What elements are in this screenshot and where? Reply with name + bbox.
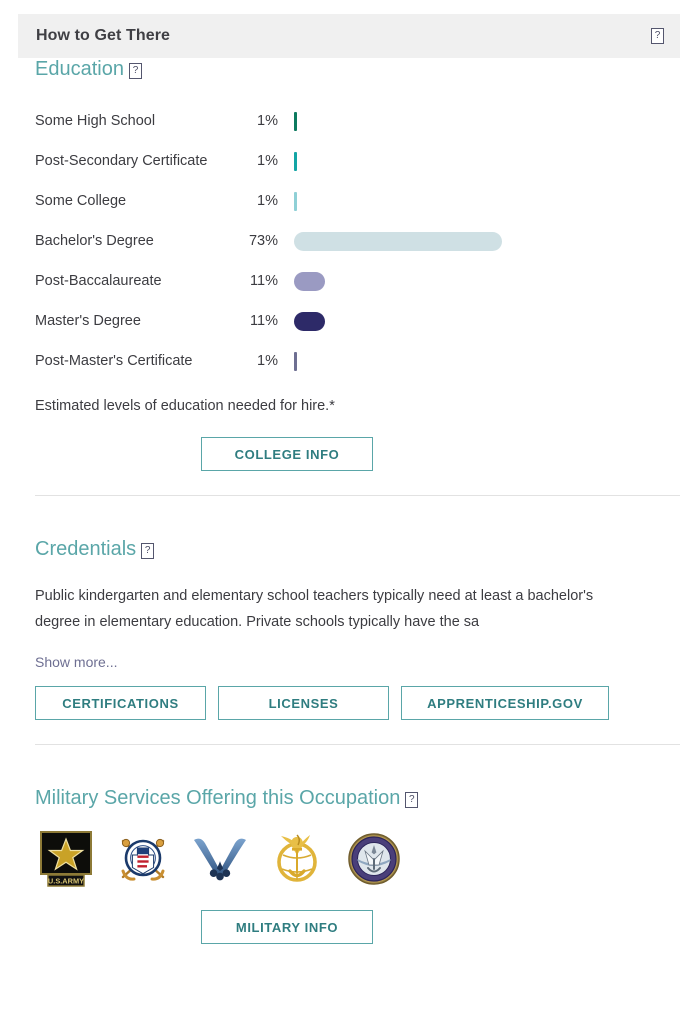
education-bar-chart: Some High School 1% Post-Secondary Certifi… [0,101,680,381]
education-bar-fill [294,151,297,171]
credentials-title-text: Credentials [35,538,137,560]
credentials-section-title: Credentials? [0,538,680,561]
credentials-section: Credentials? Public kindergarten and ele… [0,538,680,745]
education-section-title: Education? [0,58,680,81]
education-bar-track [294,111,680,131]
section-divider-credentials [35,744,680,745]
licenses-button[interactable]: LICENSES [218,686,389,720]
navy-logo [343,831,405,887]
army-logo: U.S.ARMY [35,831,97,887]
education-section: Education? Some High School 1% Post-Second… [0,58,680,496]
education-bar-label: Some College [35,193,127,209]
education-bar-track [294,191,680,211]
education-bar-row: Post-Baccalaureate 11% [35,261,680,301]
education-bar-value: 1% [257,113,278,129]
education-bar-value: 11% [250,273,278,289]
education-bar-track [294,151,680,171]
military-help-question-icon[interactable]: ? [405,792,419,808]
education-bar-value: 73% [248,233,278,249]
education-bar-label: Post-Master's Certificate [35,353,193,369]
military-title-text: Military Services Offering this Occupati… [35,787,401,809]
military-branch-logos: U.S.ARMY [0,831,680,887]
military-section: Military Services Offering this Occupati… [0,787,680,944]
education-bar-fill [294,271,325,291]
education-bar-label: Some High School [35,113,156,129]
education-bar-row: Some High School 1% [35,101,680,141]
apprenticeship-gov-button[interactable]: APPRENTICESHIP.GOV [401,686,609,720]
education-help-question-icon[interactable]: ? [128,63,142,79]
college-info-button[interactable]: COLLEGE INFO [201,437,373,471]
education-bar-track [294,311,680,331]
education-bar-fill [294,191,297,211]
education-bar-row: Master's Degree 11% [35,301,680,341]
college-info-button-row: COLLEGE INFO [0,437,680,471]
education-bar-label: Post-Secondary Certificate [35,153,208,169]
credentials-help-question-icon[interactable]: ? [141,543,155,559]
education-bar-track [294,271,680,291]
military-info-button-row: MILITARY INFO [0,910,680,944]
education-bar-row: Some College 1% [35,181,680,221]
education-bar-row: Post-Secondary Certificate 1% [35,141,680,181]
education-bar-value: 1% [257,353,278,369]
education-bar-fill [294,231,502,251]
education-bar-value: 1% [257,153,278,169]
education-bar-label: Master's Degree [35,313,141,329]
air-force-logo [189,831,251,887]
education-bar-row: Post-Master's Certificate 1% [35,341,680,381]
military-info-button[interactable]: MILITARY INFO [201,910,373,944]
section-divider-education [35,495,680,496]
education-bar-track [294,351,680,371]
svg-text:U.S.ARMY: U.S.ARMY [48,876,84,885]
education-bar-label: Post-Baccalaureate [35,273,162,289]
education-bar-value: 11% [250,313,278,329]
certifications-button[interactable]: CERTIFICATIONS [35,686,206,720]
education-title-text: Education [35,58,124,80]
page-title: How to Get There [36,27,171,44]
credentials-button-row: CERTIFICATIONS LICENSES APPRENTICESHIP.GOV [0,686,680,720]
education-bar-value: 1% [257,193,278,209]
military-section-title: Military Services Offering this Occupati… [0,787,680,810]
panel-header: How to Get There ? [18,14,680,58]
education-bar-fill [294,351,297,371]
education-bar-label: Bachelor's Degree [35,233,154,249]
marine-corps-logo [266,831,328,887]
help-question-icon[interactable]: ? [651,28,664,44]
education-bar-row: Bachelor's Degree 73% [35,221,680,261]
education-footnote: Estimated levels of education needed for… [35,398,335,414]
coast-guard-logo [112,831,174,887]
education-bar-fill [294,311,325,331]
education-bar-fill [294,111,297,131]
credentials-body-text: Public kindergarten and elementary schoo… [35,588,594,630]
panel-content: Education? Some High School 1% Post-Second… [0,58,680,944]
show-more-link[interactable]: Show more... [0,654,680,670]
education-bar-track [294,231,680,251]
